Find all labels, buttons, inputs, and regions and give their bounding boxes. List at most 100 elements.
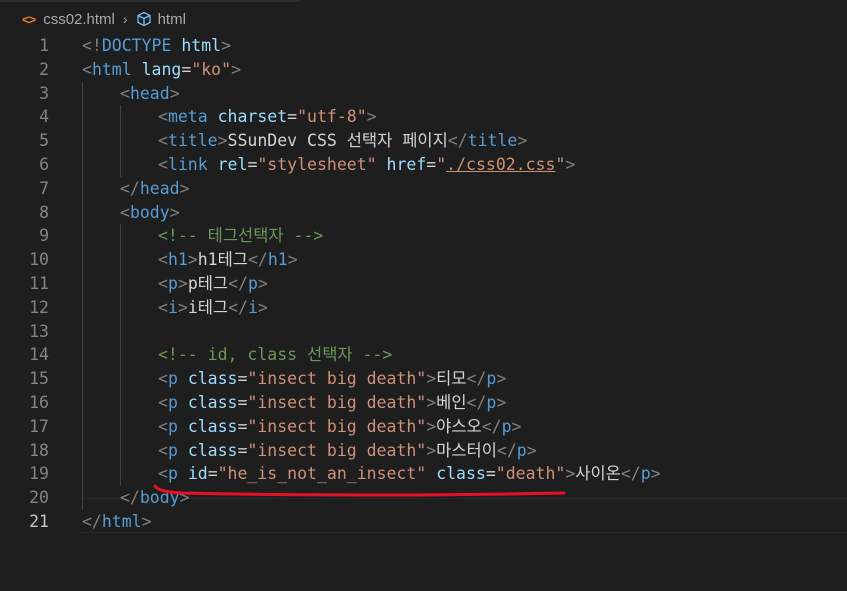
code-line[interactable]: 11 <p>p테그</p>	[0, 271, 847, 296]
code-token: body	[129, 202, 170, 222]
code-token: >	[650, 464, 661, 484]
code-token: </	[120, 488, 140, 508]
code-token: <!	[82, 36, 102, 55]
indent-guide	[120, 295, 121, 320]
code-line[interactable]: 13	[0, 319, 847, 344]
line-number: 1	[39, 36, 49, 55]
indent-guide	[120, 105, 121, 130]
code-line[interactable]: 2 <html lang="ko">	[0, 58, 847, 82]
code-editor[interactable]: 1 <!DOCTYPE html> 2 <html lang="ko"> 3 <head>…	[0, 34, 847, 534]
line-number: 8	[39, 202, 49, 222]
line-number: 17	[29, 416, 49, 436]
breadcrumb-symbol[interactable]: html	[136, 11, 186, 28]
code-token: html	[101, 511, 142, 531]
code-line[interactable]: 17 <p class="insect big death">야스오</p>	[0, 414, 847, 439]
code-token: >	[366, 107, 377, 127]
code-token: <	[158, 416, 168, 436]
code-token: "insect big death"	[247, 392, 427, 412]
breadcrumb-symbol-name: html	[157, 10, 186, 28]
code-token: h1	[267, 250, 288, 270]
code-token: "insect big death"	[247, 416, 427, 436]
code-token: title	[467, 131, 518, 151]
code-line[interactable]: 7 </head>	[0, 176, 847, 201]
line-number: 7	[39, 178, 49, 198]
code-token: <	[120, 83, 130, 103]
code-line[interactable]: 4 <meta charset="utf-8">	[0, 105, 847, 130]
indent-guide	[82, 390, 83, 415]
line-content: <body>	[120, 201, 180, 225]
indent-guide	[120, 367, 121, 391]
code-token: </	[82, 511, 102, 531]
line-number: 21	[29, 511, 49, 531]
code-token: p	[486, 369, 497, 389]
indent-guide	[120, 462, 121, 487]
code-token: >	[426, 369, 437, 389]
code-line[interactable]: 5 <title>SSunDev CSS 선택자 페이지</title>	[0, 129, 847, 153]
code-line[interactable]: 3 <head>	[0, 81, 847, 106]
code-line[interactable]: 16 <p class="insect big death">베인</p>	[0, 390, 847, 415]
code-token: class	[187, 369, 238, 389]
code-token: <	[158, 154, 168, 174]
code-token: rel	[217, 154, 248, 174]
code-token: <	[158, 392, 168, 412]
indent-guide	[120, 390, 121, 415]
code-token: p	[167, 273, 178, 293]
code-token: </	[496, 440, 517, 460]
code-token: html	[91, 59, 132, 79]
chevron-right-icon: ›	[122, 11, 128, 27]
code-line[interactable]: 21 </html>	[0, 510, 847, 534]
code-line[interactable]: 6 <link rel="stylesheet" href="./css02.cs…	[0, 152, 847, 177]
code-token: >	[217, 131, 228, 151]
code-token: </	[481, 416, 502, 436]
code-token: </	[228, 273, 248, 293]
indent-guide	[82, 224, 83, 249]
line-number: 20	[29, 488, 49, 508]
code-line[interactable]: 10 <h1>h1테그</h1>	[0, 248, 847, 272]
code-token: <	[82, 59, 92, 79]
code-token: >	[517, 131, 528, 151]
cube-icon	[136, 11, 151, 27]
code-line[interactable]: 9 <!-- 테그선택자 -->	[0, 224, 847, 249]
code-token: >	[179, 178, 190, 198]
code-line[interactable]: 14 <!-- id, class 선택자 -->	[0, 343, 847, 368]
line-number: 14	[29, 345, 49, 365]
indent-guide	[82, 367, 83, 391]
code-token: <!-- id, class 선택자 -->	[158, 345, 393, 365]
code-token: >	[496, 392, 507, 412]
code-line[interactable]: 12 <i>i테그</i>	[0, 295, 847, 320]
code-line[interactable]: 1 <!DOCTYPE html>	[0, 34, 847, 58]
code-token: <	[158, 369, 168, 389]
indent-guide	[82, 152, 83, 177]
line-content: </head>	[120, 177, 190, 201]
line-number: 6	[39, 154, 49, 174]
line-content: <p class="insect big death">마스터이</p>	[158, 439, 537, 463]
code-token: =	[237, 369, 248, 389]
code-token: =	[426, 154, 437, 174]
line-number: 15	[29, 369, 49, 389]
code-token: =	[181, 59, 192, 79]
code-token: =	[247, 154, 258, 174]
code-token: class	[187, 416, 238, 436]
code-token: p	[501, 416, 512, 436]
line-content: <i>i테그</i>	[158, 296, 268, 320]
code-line[interactable]: 8 <body>	[0, 200, 847, 225]
line-content: <head>	[120, 82, 180, 106]
code-token: p	[640, 464, 651, 484]
code-token: =	[287, 107, 298, 127]
code-line[interactable]: 15 <p class="insect big death">티모</p>	[0, 367, 847, 391]
code-token: p테그	[187, 273, 229, 293]
code-token: >	[177, 297, 188, 317]
breadcrumb-file[interactable]: <> css02.html	[0, 11, 115, 28]
code-token: p	[167, 392, 178, 412]
code-token: p	[167, 416, 178, 436]
code-token: charset	[217, 107, 288, 127]
line-number: 11	[29, 273, 49, 293]
line-content: <!-- 테그선택자 -->	[158, 224, 323, 248]
indent-guide	[82, 343, 83, 368]
indent-guide	[120, 438, 121, 463]
code-token: SSunDev CSS 선택자 페이지	[227, 131, 448, 151]
code-line[interactable]: 18 <p class="insect big death">마스터이</p>	[0, 438, 847, 463]
code-token: h1	[167, 250, 188, 270]
